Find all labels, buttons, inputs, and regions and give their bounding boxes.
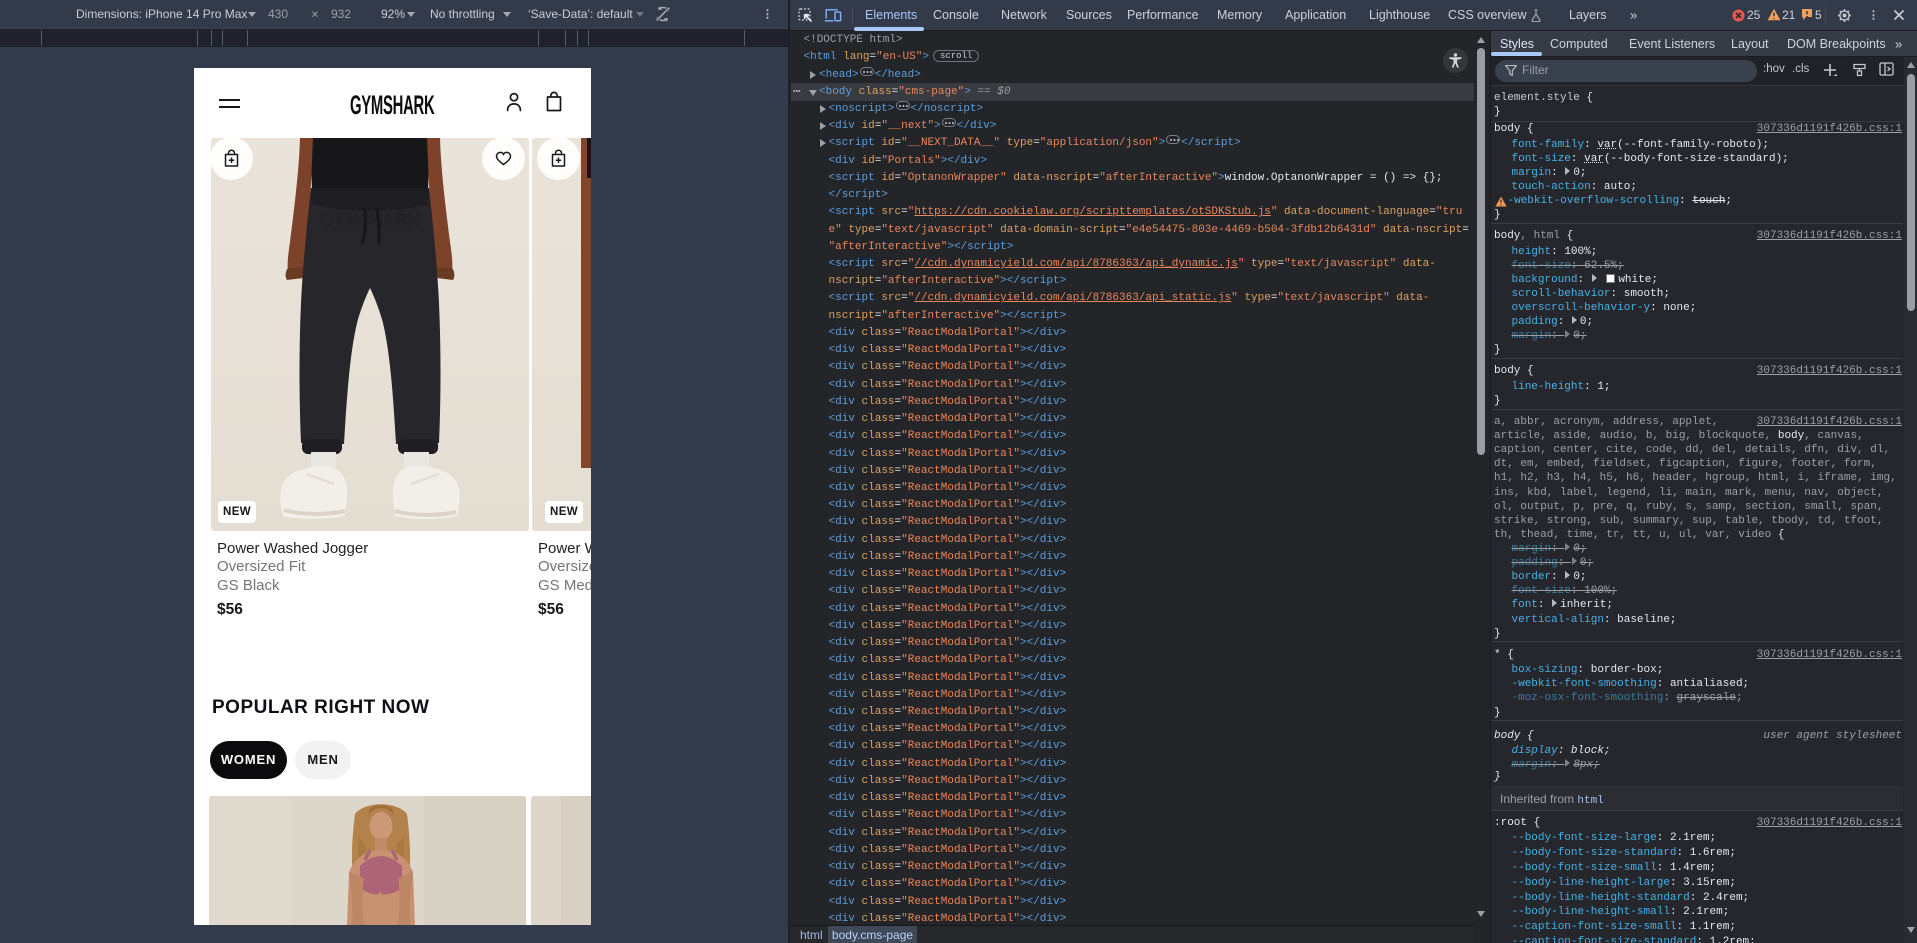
svg-text:GYMSHARK: GYMSHARK	[320, 210, 420, 230]
